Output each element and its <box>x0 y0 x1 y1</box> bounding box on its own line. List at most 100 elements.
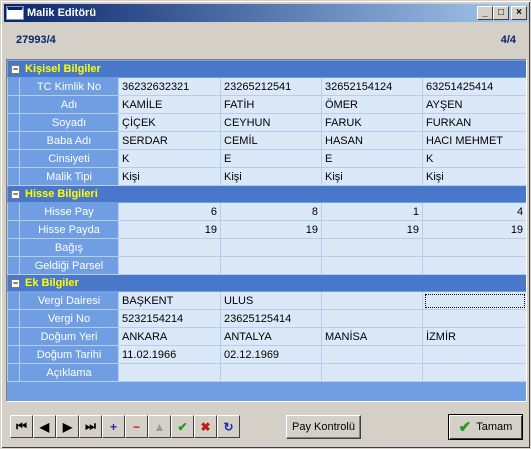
grid-cell[interactable]: CEYHUN <box>220 113 322 132</box>
grid-cell[interactable] <box>321 238 423 257</box>
row-gutter <box>7 220 20 239</box>
grid-cell[interactable]: ÖMER <box>321 95 423 114</box>
grid-empty-area <box>7 384 526 401</box>
close-button[interactable]: × <box>511 6 527 20</box>
grid-cell[interactable]: 19 <box>321 220 423 239</box>
first-record-button[interactable]: ⏮ <box>10 415 33 438</box>
last-record-button[interactable]: ⏭ <box>79 415 102 438</box>
move-up-icon: ▲ <box>153 419 166 434</box>
section-header-cell: − Ek Bilgiler <box>7 274 526 292</box>
grid-cell[interactable] <box>421 291 526 310</box>
grid-cell[interactable] <box>421 238 526 257</box>
record-header: 27993/4 4/4 <box>5 25 528 58</box>
grid-cell[interactable]: 8 <box>220 202 322 221</box>
refresh-button[interactable]: ↻ <box>217 415 240 438</box>
grid-cell[interactable]: İZMİR <box>421 327 526 346</box>
grid-cell[interactable]: Kişi <box>421 167 526 186</box>
grid-cell[interactable]: AYŞEN <box>421 95 526 114</box>
grid-cell[interactable] <box>118 363 221 382</box>
grid-cell[interactable] <box>321 291 423 310</box>
grid-cell[interactable]: Kişi <box>220 167 322 186</box>
grid-cell[interactable]: 5232154214 <box>118 309 221 328</box>
grid-cell[interactable]: 02.12.1969 <box>220 345 322 364</box>
grid-cell[interactable] <box>220 256 322 275</box>
pay-check-button[interactable]: Pay Kontrolü <box>286 415 361 439</box>
row-gutter <box>7 256 20 275</box>
grid-cell[interactable]: 23265212541 <box>220 77 322 96</box>
grid-cell[interactable]: ANTALYA <box>220 327 322 346</box>
grid-cell[interactable]: E <box>321 149 423 168</box>
grid-cell[interactable] <box>421 309 526 328</box>
grid-cell[interactable] <box>321 256 423 275</box>
row-label: Vergi No <box>19 309 119 328</box>
grid-cell[interactable] <box>421 363 526 382</box>
record-navigator: ⏮ ◀ ▶ ⏭ + − ▲ ✔ ✖ ↻ <box>10 415 240 438</box>
cancel-button[interactable]: ✖ <box>194 415 217 438</box>
grid-cell[interactable]: K <box>421 149 526 168</box>
grid-cell[interactable] <box>421 256 526 275</box>
section-header-cell: − Hisse Bilgileri <box>7 185 526 203</box>
next-record-button[interactable]: ▶ <box>56 415 79 438</box>
minimize-button[interactable]: _ <box>477 6 493 20</box>
grid-cell[interactable]: 11.02.1966 <box>118 345 221 364</box>
grid-cell[interactable]: ULUS <box>220 291 322 310</box>
grid-cell[interactable]: 1 <box>321 202 423 221</box>
grid-cell[interactable]: FARUK <box>321 113 423 132</box>
title-bar[interactable]: Malik Editörü _ □ × <box>4 4 529 22</box>
grid-cell[interactable] <box>321 309 423 328</box>
grid-cell[interactable]: 6 <box>118 202 221 221</box>
malik-editor-window: Malik Editörü _ □ × 27993/4 4/4 − Kişisel… <box>0 0 531 449</box>
row-label: Geldiği Parsel <box>19 256 119 275</box>
row-gutter <box>7 167 20 186</box>
ok-button[interactable]: ✔ Tamam <box>448 414 523 440</box>
grid-cell[interactable]: HASAN <box>321 131 423 150</box>
grid-cell[interactable] <box>118 238 221 257</box>
grid-cell[interactable]: 19 <box>220 220 322 239</box>
row-gutter <box>7 149 20 168</box>
prev-record-button[interactable]: ◀ <box>33 415 56 438</box>
grid-cell[interactable] <box>421 345 526 364</box>
grid-cell[interactable]: K <box>118 149 221 168</box>
maximize-button[interactable]: □ <box>493 6 509 20</box>
grid-cell[interactable]: ANKARA <box>118 327 221 346</box>
remove-button[interactable]: − <box>125 415 148 438</box>
section-header-share[interactable]: − Hisse Bilgileri <box>7 185 526 203</box>
grid-cell[interactable]: E <box>220 149 322 168</box>
row-gutter <box>7 309 20 328</box>
grid-cell[interactable] <box>118 256 221 275</box>
grid-cell[interactable]: BAŞKENT <box>118 291 221 310</box>
grid-cell[interactable]: 19 <box>118 220 221 239</box>
collapse-icon[interactable]: − <box>11 189 20 199</box>
row-gutter <box>7 131 20 150</box>
grid-cell[interactable] <box>220 238 322 257</box>
grid-cell[interactable]: FATİH <box>220 95 322 114</box>
grid-cell[interactable]: ÇİÇEK <box>118 113 221 132</box>
row-gutter <box>7 77 20 96</box>
grid-cell[interactable]: Kişi <box>321 167 423 186</box>
grid-cell[interactable] <box>321 363 423 382</box>
grid-cell[interactable]: MANİSA <box>321 327 423 346</box>
grid-cell[interactable]: 4 <box>421 202 526 221</box>
section-header-personal[interactable]: − Kişisel Bilgiler <box>7 60 526 78</box>
collapse-icon[interactable]: − <box>11 278 20 288</box>
grid-cell[interactable]: SERDAR <box>118 131 221 150</box>
move-up-button[interactable]: ▲ <box>148 415 171 438</box>
row-gutter <box>7 345 20 364</box>
grid-cell[interactable]: HACI MEHMET <box>421 131 526 150</box>
section-header-extra[interactable]: − Ek Bilgiler <box>7 274 526 292</box>
grid-cell[interactable]: CEMİL <box>220 131 322 150</box>
grid-cell[interactable]: 23625125414 <box>220 309 322 328</box>
confirm-button[interactable]: ✔ <box>171 415 194 438</box>
add-button[interactable]: + <box>102 415 125 438</box>
grid-cell[interactable]: Kişi <box>118 167 221 186</box>
grid-cell[interactable]: 19 <box>421 220 526 239</box>
grid-cell[interactable] <box>321 345 423 364</box>
grid-cell[interactable]: 36232632321 <box>118 77 221 96</box>
grid-cell[interactable]: 63251425414 <box>421 77 526 96</box>
table-row: Adı KAMİLE FATİH ÖMER AYŞEN <box>7 95 526 114</box>
grid-cell[interactable]: KAMİLE <box>118 95 221 114</box>
collapse-icon[interactable]: − <box>11 64 20 74</box>
grid-cell[interactable] <box>220 363 322 382</box>
grid-cell[interactable]: FURKAN <box>421 113 526 132</box>
grid-cell[interactable]: 32652154124 <box>321 77 423 96</box>
